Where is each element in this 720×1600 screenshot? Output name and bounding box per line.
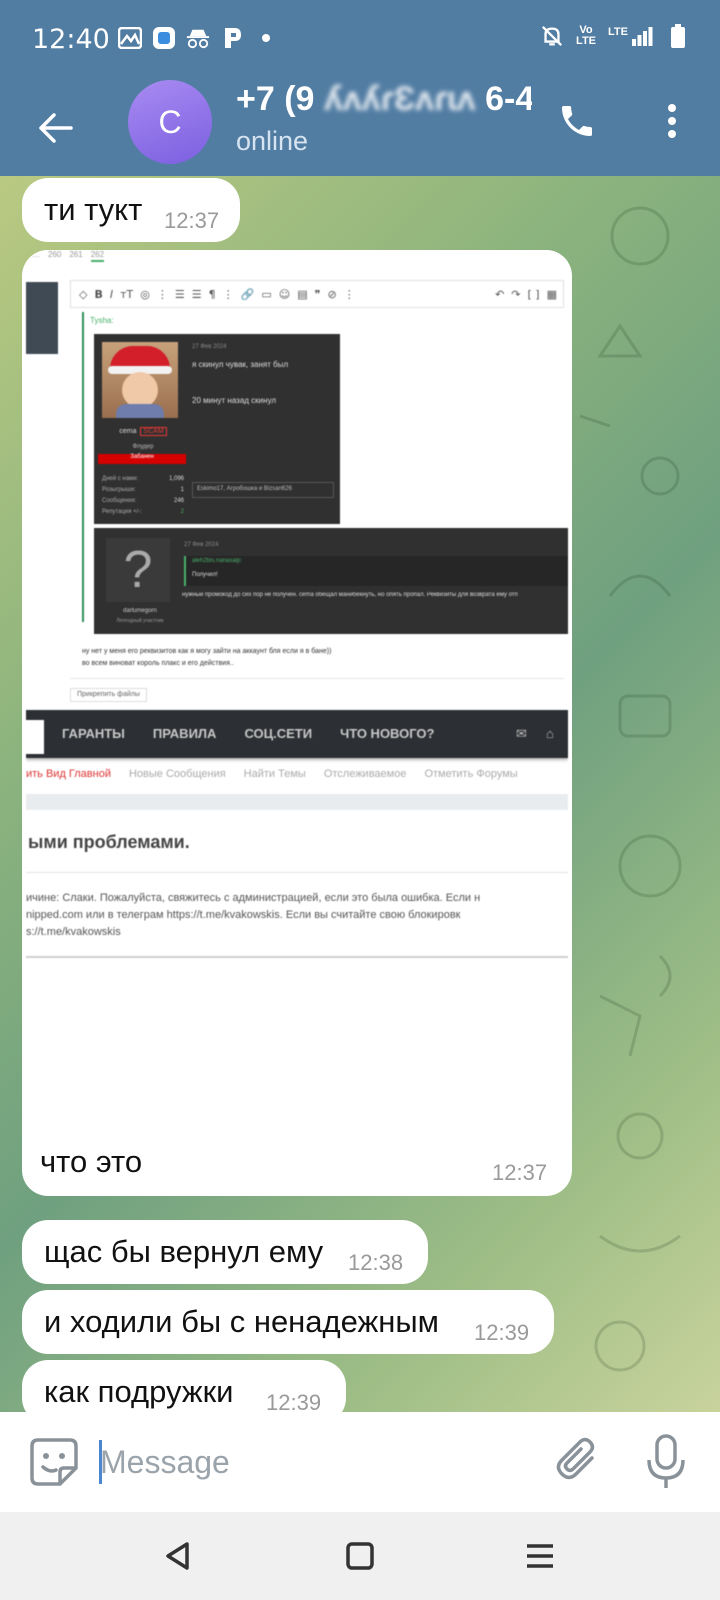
- message-input[interactable]: [100, 1434, 520, 1490]
- message-bubble[interactable]: как подружки 12:39: [22, 1360, 346, 1412]
- p-icon: [220, 26, 244, 50]
- forum-divider-band: [26, 794, 568, 810]
- message-input-bar: [0, 1412, 720, 1512]
- message-bubble[interactable]: щас бы вернул ему 12:38: [22, 1220, 428, 1284]
- forum-side-panel: [26, 282, 58, 354]
- more-vertical-icon: [668, 104, 676, 138]
- contact-name-suffix: 6-4: [485, 80, 532, 118]
- sticker-icon: [30, 1438, 78, 1486]
- ban-message: ичине: Слаки. Пожалуйста, свяжитесь с ад…: [26, 892, 481, 938]
- page-item: 261: [69, 250, 83, 259]
- poster-stats: Дней с нами: 1,096 Розыгрыши: 1 Сообщения:…: [102, 476, 184, 515]
- redacted-digits: ʎʌʎɾƐʌɾɩʌ: [323, 80, 476, 118]
- volte-icon: Vo LTE: [576, 24, 597, 47]
- battery-icon: [666, 24, 690, 48]
- message-text: ти тукт: [44, 192, 143, 227]
- forum-post: ? darlumegorn Легендный участник 27 Фев …: [94, 528, 568, 634]
- attached-screenshot[interactable]: … 260 261 262 ◇ B IтT ◎ ⋮ ☰ ☰ ¶ ⋮ 🔗 ▭ ☺ ▤ ❞ ⊘ ⋮ ↶ ↷[ ] ▦ …: [26, 250, 568, 1138]
- editor-text: ну нет у меня его реквизитов как я могу …: [82, 648, 332, 667]
- contact-status: online: [236, 126, 309, 156]
- poster-role: Флудер: [132, 444, 154, 450]
- nav-home-button[interactable]: [338, 1534, 382, 1578]
- gallery-icon: [118, 26, 142, 50]
- message-bubble[interactable]: ти тукт 12:37: [22, 178, 240, 242]
- forum-nav-item: ГАРАНТЫ: [62, 726, 125, 741]
- forum-divider: [26, 956, 568, 958]
- photo-message-bubble[interactable]: … 260 261 262 ◇ B IтT ◎ ⋮ ☰ ☰ ¶ ⋮ 🔗 ▭ ☺ ▤ ❞ ⊘ ⋮ ↶ ↷[ ] ▦ …: [22, 250, 572, 1196]
- forum-navbar: ГАРАНТЫ ПРАВИЛА СОЦ.СЕТИ ЧТО НОВОГО? ✉ ⌂: [26, 710, 568, 758]
- post-date: 27 Фев 2024: [184, 542, 219, 548]
- phone-icon: [562, 106, 592, 136]
- page-item: 262: [90, 250, 105, 262]
- dot-icon: [254, 26, 278, 50]
- incognito-icon: [186, 26, 210, 50]
- lte-label: LTE: [608, 25, 628, 38]
- forum-divider: [26, 872, 568, 873]
- post-date: 27 Фев 2024: [192, 344, 227, 350]
- quote-author: Tysha:: [90, 316, 114, 325]
- user-avatar-photo: [102, 342, 178, 418]
- status-time: 12:40: [32, 24, 110, 55]
- message-time: 12:37: [164, 208, 220, 233]
- contact-name-prefix: +7 (9: [236, 80, 315, 118]
- attach-button[interactable]: [552, 1436, 604, 1488]
- post-reactions: Eskimo17, Агробошка и Bizsan626: [192, 482, 334, 498]
- paperclip-icon: [556, 1437, 595, 1480]
- square-home-icon: [346, 1542, 374, 1570]
- forum-nav-item: ПРАВИЛА: [152, 726, 217, 741]
- nav-recents-button[interactable]: [518, 1534, 562, 1578]
- voice-message-button[interactable]: [646, 1434, 696, 1490]
- post-text: 20 минут назад скинул: [192, 396, 277, 405]
- avatar[interactable]: C: [128, 80, 212, 164]
- bell-off-icon: [540, 24, 564, 48]
- menu-icon: [527, 1544, 553, 1568]
- signal-icon: [630, 24, 654, 48]
- forum-page-heading: ыми проблемами.: [28, 832, 190, 852]
- scam-badge: SCAM: [140, 427, 167, 436]
- message-time: 12:37: [492, 1160, 548, 1185]
- message-time: 12:39: [474, 1320, 530, 1345]
- forum-nav-item: СОЦ.СЕТИ: [244, 726, 313, 741]
- message-bubble[interactable]: и ходили бы с ненадежным 12:39: [22, 1290, 554, 1354]
- message-text: щас бы вернул ему: [44, 1234, 324, 1269]
- post-text: я скинул чувак, занят был: [192, 360, 289, 369]
- poster-role: Легендный участник: [116, 618, 164, 624]
- microphone-icon: [647, 1434, 685, 1488]
- back-button[interactable]: [30, 102, 82, 154]
- message-text: и ходили бы с ненадежным: [44, 1304, 439, 1339]
- banned-badge: Забанен: [98, 454, 186, 464]
- forum-nav-item: ЧТО НОВОГО?: [340, 726, 435, 741]
- forum-subnav: ить Вид Главной Новые Сообщения Найти Те…: [26, 768, 518, 780]
- photo-caption: что это: [40, 1144, 143, 1179]
- status-bar: 12:40 Vo LTE LTE: [0, 0, 720, 80]
- editor-bottom-border: [70, 678, 564, 679]
- forum-pagination: … 260 261 262: [26, 250, 568, 262]
- sticker-button[interactable]: [28, 1436, 80, 1488]
- attach-files-button: Прикрепить файлы: [70, 688, 147, 702]
- page-item: 260: [48, 250, 62, 259]
- post-text: нужный промокод до сих пор не получен. c…: [182, 592, 518, 598]
- system-navigation-bar: [0, 1512, 720, 1600]
- message-text: как подружки: [44, 1374, 234, 1409]
- message-time: 12:38: [348, 1250, 404, 1275]
- post-quote: aleh2bis.nanasaip: Получил!: [184, 556, 568, 586]
- chat-header: C +7 (9 ʎʌʎɾƐʌɾɩʌ 6-4 online: [0, 80, 720, 176]
- poster-username: cema: [119, 428, 137, 435]
- nav-back-button[interactable]: [156, 1534, 200, 1578]
- editor-toolbar: ◇ B IтT ◎ ⋮ ☰ ☰ ¶ ⋮ 🔗 ▭ ☺ ▤ ❞ ⊘ ⋮ ↶ ↷[ ] ▦: [70, 280, 564, 308]
- call-button[interactable]: [552, 96, 602, 146]
- quote-border: [82, 312, 84, 622]
- message-time: 12:39: [266, 1390, 322, 1412]
- chat-area[interactable]: ти тукт 12:37 … 260 261 262 ◇ B IтT ◎ ⋮ ☰ ☰ ¶ ⋮ 🔗…: [0, 176, 720, 1412]
- arrow-left-icon: [39, 113, 73, 143]
- avatar-letter: C: [158, 103, 182, 140]
- unknown-avatar: ?: [106, 538, 170, 602]
- triangle-back-icon: [166, 1542, 189, 1570]
- app-icon: [152, 26, 176, 50]
- page-item: …: [32, 250, 40, 259]
- forum-post: cema SCAM Флудер Забанен Дней с нами: 1,0…: [94, 334, 340, 524]
- contact-name[interactable]: +7 (9 ʎʌʎɾƐʌɾɩʌ 6-4: [236, 80, 532, 119]
- more-options-button[interactable]: [650, 96, 694, 146]
- poster-username: darlumegorn: [123, 608, 157, 614]
